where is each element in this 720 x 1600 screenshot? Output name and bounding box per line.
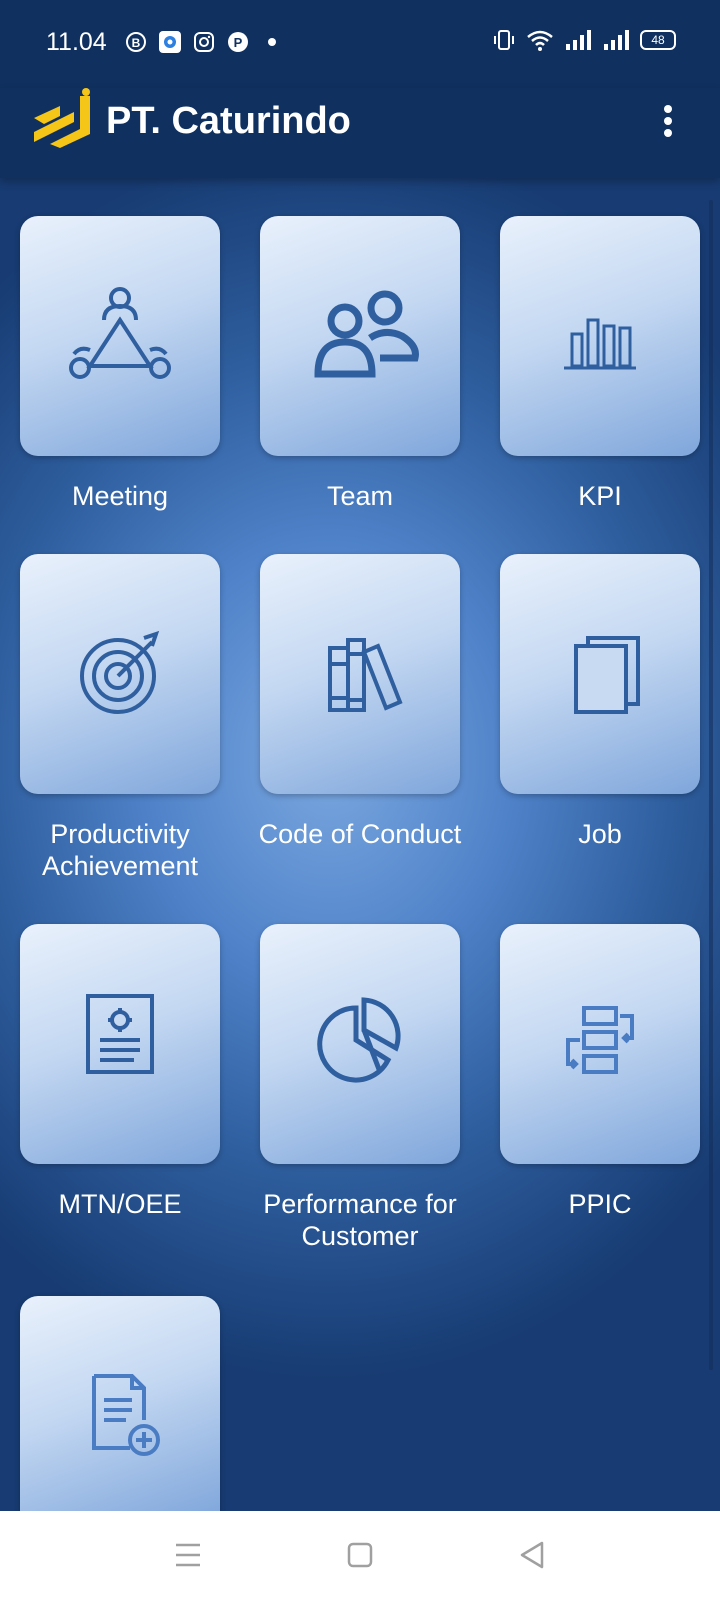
pie-chart-icon bbox=[317, 997, 401, 1083]
code-of-conduct-tile[interactable] bbox=[260, 554, 460, 794]
add-document-tile[interactable] bbox=[20, 1296, 220, 1511]
job-label: Job bbox=[578, 819, 622, 849]
target-icon bbox=[80, 630, 160, 714]
add-document-icon bbox=[92, 1374, 160, 1456]
productivity-achievement-label: Productivity Achievement bbox=[41, 819, 199, 881]
bar-chart-icon bbox=[564, 318, 636, 370]
ppic-label: PPIC bbox=[568, 1189, 632, 1219]
kpi-tile[interactable] bbox=[500, 216, 700, 456]
app-screen: 11.04 B P 48 PT. Caturindo Meeting Team … bbox=[0, 0, 720, 1511]
notification-icons: B P bbox=[124, 30, 284, 54]
instagram-icon bbox=[194, 32, 214, 52]
job-tile[interactable] bbox=[500, 554, 700, 794]
more-vert-icon bbox=[664, 105, 672, 113]
system-icons: 48 bbox=[492, 28, 676, 52]
kpi-label: KPI bbox=[578, 481, 622, 511]
signal-app-icon bbox=[159, 31, 181, 53]
document-gear-icon bbox=[86, 994, 154, 1074]
books-icon bbox=[328, 638, 403, 712]
vibrate-icon bbox=[494, 30, 514, 50]
app-title: PT. Caturindo bbox=[106, 100, 351, 142]
performance-for-customer-label: Performance for Customer bbox=[263, 1189, 457, 1251]
meeting-tile[interactable] bbox=[20, 216, 220, 456]
more-options-button[interactable] bbox=[656, 102, 680, 142]
system-nav-bar bbox=[0, 1511, 720, 1600]
meeting-label: Meeting bbox=[71, 481, 169, 511]
wifi-icon bbox=[527, 30, 553, 51]
workflow-icon bbox=[566, 1006, 634, 1074]
app-bar: PT. Caturindo bbox=[0, 88, 720, 178]
team-label: Team bbox=[326, 481, 394, 511]
signal-icon bbox=[566, 30, 591, 50]
team-tile[interactable] bbox=[260, 216, 460, 456]
team-icon bbox=[314, 290, 419, 378]
beetalk-icon: B bbox=[126, 32, 146, 52]
performance-for-customer-tile[interactable] bbox=[260, 924, 460, 1164]
home-square-icon[interactable] bbox=[340, 1535, 380, 1575]
code-of-conduct-label: Code of Conduct bbox=[258, 819, 462, 849]
productivity-achievement-tile[interactable] bbox=[20, 554, 220, 794]
back-triangle-icon[interactable] bbox=[512, 1535, 552, 1575]
meeting-icon bbox=[69, 287, 171, 379]
svg-text:B: B bbox=[132, 36, 141, 50]
status-bar: 11.04 B P 48 bbox=[0, 0, 720, 88]
mtn-oee-tile[interactable] bbox=[20, 924, 220, 1164]
battery-indicator: 48 bbox=[640, 30, 676, 50]
pinterest-icon: P bbox=[228, 32, 248, 52]
status-time: 11.04 bbox=[46, 28, 107, 56]
ppic-tile[interactable] bbox=[500, 924, 700, 1164]
signal-icon-2 bbox=[604, 30, 629, 50]
dot-icon bbox=[268, 38, 276, 46]
svg-text:P: P bbox=[234, 35, 243, 50]
copy-pages-icon bbox=[574, 636, 640, 714]
menu-icon[interactable] bbox=[168, 1535, 208, 1575]
caturindo-logo bbox=[34, 88, 90, 148]
mtn-oee-label: MTN/OEE bbox=[58, 1189, 182, 1219]
